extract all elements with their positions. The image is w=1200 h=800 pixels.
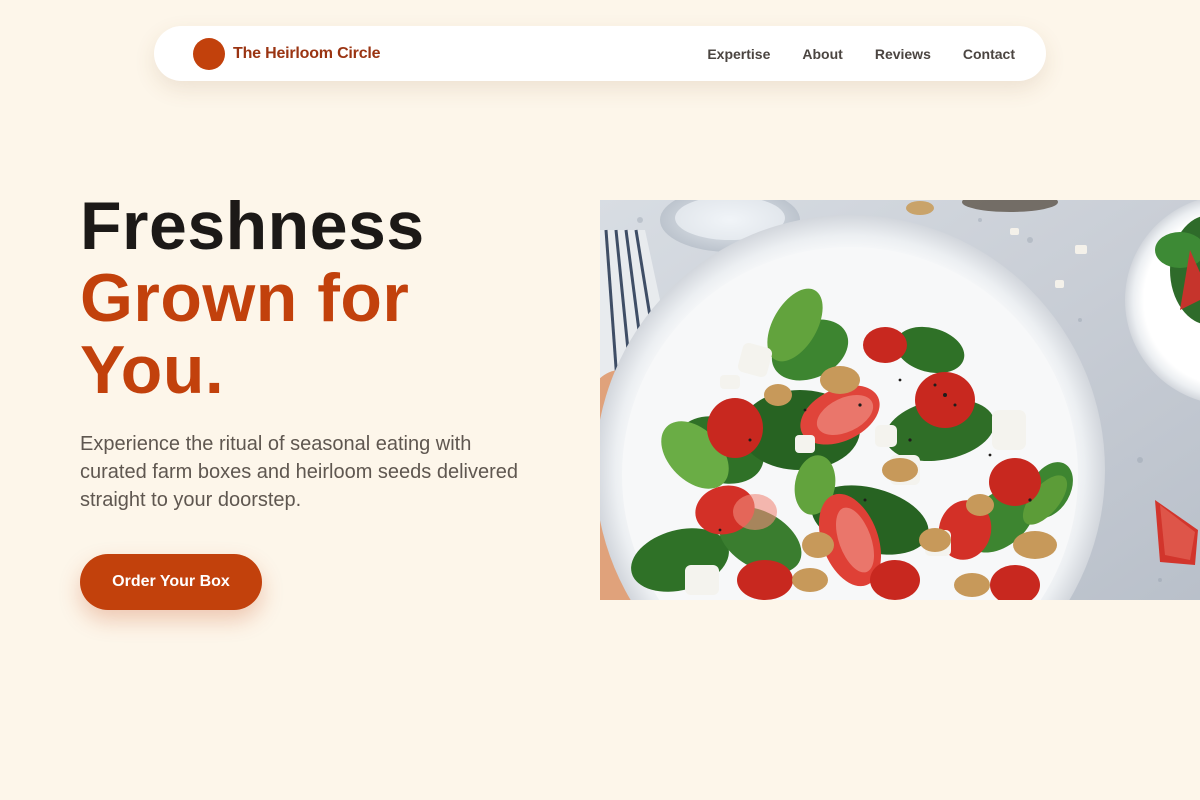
top-navbar: The Heirloom Circle Expertise About Revi…	[154, 26, 1046, 81]
nav-link-reviews[interactable]: Reviews	[875, 46, 931, 62]
nav-link-expertise[interactable]: Expertise	[707, 46, 770, 62]
hero-title: Freshness Grown for You.	[80, 190, 500, 406]
nav-link-about[interactable]: About	[802, 46, 842, 62]
salad-bowl-image	[600, 200, 1200, 600]
nav-link-contact[interactable]: Contact	[963, 46, 1015, 62]
nav-links: Expertise About Reviews Contact	[707, 46, 1015, 62]
order-box-button[interactable]: Order Your Box	[80, 554, 262, 610]
hero-title-accent: Grown for You.	[80, 260, 410, 408]
brand-logo-icon	[193, 37, 225, 70]
hero-title-line1: Freshness	[80, 188, 425, 264]
brand-name: The Heirloom Circle	[233, 44, 381, 62]
hero-description: Experience the ritual of seasonal eating…	[80, 433, 519, 511]
brand-link[interactable]: The Heirloom Circle	[193, 37, 381, 70]
